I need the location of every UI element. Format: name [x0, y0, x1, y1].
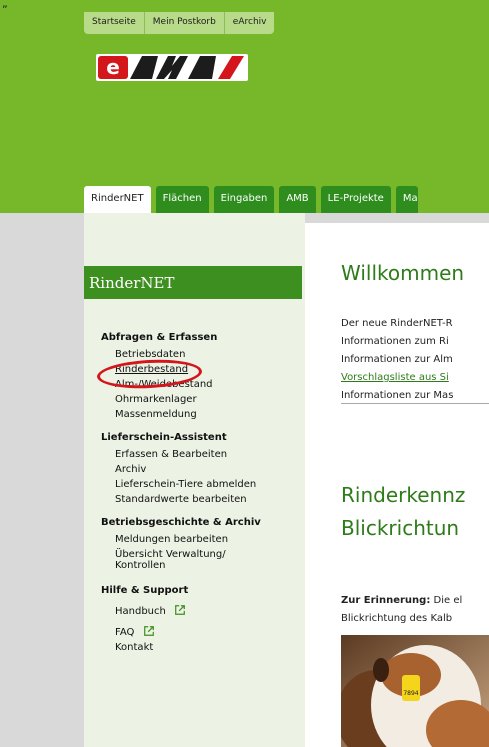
reminder-bold: Zur Erinnerung:: [341, 595, 431, 606]
intro-line: Der neue RinderNET-R: [341, 318, 453, 329]
nav-item-faq[interactable]: FAQ: [115, 625, 301, 640]
reminder-rest: Die el: [430, 595, 463, 606]
main-tabs: RinderNET Flächen Eingaben AMB LE-Projek…: [84, 186, 423, 213]
top-link-startseite[interactable]: Startseite: [84, 12, 145, 34]
section-heading-line1: Rinderkennz: [341, 483, 466, 507]
section-heading: Rinderkennz Blickrichtun: [341, 479, 465, 545]
nav-item-uebersicht-line2: Kontrollen: [115, 560, 166, 571]
nav-item-ohrmarkenlager[interactable]: Ohrmarkenlager: [115, 392, 301, 407]
tab-amb[interactable]: AMB: [279, 186, 316, 213]
reminder-line2: Blickrichtung des Kalb: [341, 613, 453, 624]
intro-link-vorschlagsliste[interactable]: Vorschlagsliste aus Si: [341, 369, 489, 387]
nav-item-tiere-abmelden[interactable]: Lieferschein-Tiere abmelden: [115, 477, 301, 492]
content-top-strip: [305, 213, 489, 223]
tab-ma[interactable]: Ma: [395, 186, 418, 213]
svg-text:e: e: [106, 55, 120, 79]
external-link-icon: [175, 605, 185, 615]
intro-line: Informationen zur Alm: [341, 354, 453, 365]
left-background: [0, 213, 84, 747]
calf-photo: 7894: [341, 635, 489, 747]
nav-item-faq-label: FAQ: [115, 627, 135, 638]
intro-line: Informationen zum Ri: [341, 336, 449, 347]
nav-group-betriebsgeschichte: Betriebsgeschichte & Archiv Meldungen be…: [101, 517, 301, 571]
nav-group-title: Hilfe & Support: [101, 585, 189, 596]
tab-eingaben[interactable]: Eingaben: [213, 186, 275, 213]
top-quote-mark: „: [2, 0, 8, 10]
top-link-earchiv[interactable]: eArchiv: [225, 12, 275, 34]
top-link-postkorb[interactable]: Mein Postkorb: [145, 12, 225, 34]
nav-group-title: Abfragen & Erfassen: [101, 332, 218, 343]
nav-item-handbuch-label: Handbuch: [115, 606, 166, 617]
reminder-text: Zur Erinnerung: Die el Blickrichtung des…: [341, 592, 462, 628]
nav-item-standardwerte[interactable]: Standardwerte bearbeiten: [115, 492, 301, 507]
tab-flaechen[interactable]: Flächen: [155, 186, 209, 213]
sidebar-title-text: RinderNET: [89, 273, 175, 292]
nav-item-uebersicht-verwaltung[interactable]: Übersicht Verwaltung/ Kontrollen: [115, 549, 301, 571]
external-link-icon: [143, 626, 154, 636]
nav-group-title: Lieferschein-Assistent: [101, 432, 227, 443]
nav-group-hilfe: Hilfe & Support Handbuch FAQ Kontakt: [101, 585, 301, 655]
eama-logo-graphic: e: [96, 54, 248, 81]
intro-list: Der neue RinderNET-R Informationen zum R…: [341, 315, 489, 405]
nav-group-title: Betriebsgeschichte & Archiv: [101, 517, 261, 528]
nav-item-massenmeldung[interactable]: Massenmeldung: [115, 407, 301, 422]
page-title: Willkommen: [341, 261, 465, 285]
divider: [341, 403, 489, 404]
main-content: Willkommen Der neue RinderNET-R Informat…: [341, 223, 489, 747]
nav-item-meldungen[interactable]: Meldungen bearbeiten: [115, 532, 301, 547]
tab-le-projekte[interactable]: LE-Projekte: [320, 186, 391, 213]
eama-logo[interactable]: e: [96, 54, 248, 81]
top-links-bar: Startseite Mein Postkorb eArchiv: [84, 12, 275, 34]
section-heading-line2: Blickrichtun: [341, 516, 460, 540]
nav-item-uebersicht-line1: Übersicht Verwaltung/: [115, 549, 226, 560]
ear-tag-number: 7894: [403, 690, 418, 697]
nav-group-lieferschein: Lieferschein-Assistent Erfassen & Bearbe…: [101, 432, 301, 507]
nav-item-handbuch[interactable]: Handbuch: [115, 604, 301, 619]
calf-image: 7894: [341, 635, 489, 747]
nav-item-erfassen-bearbeiten[interactable]: Erfassen & Bearbeiten: [115, 447, 301, 462]
nav-item-archiv[interactable]: Archiv: [115, 462, 301, 477]
sidebar-title: RinderNET: [84, 266, 302, 299]
nav-item-kontakt[interactable]: Kontakt: [115, 640, 301, 655]
tab-rindernet[interactable]: RinderNET: [84, 186, 151, 213]
